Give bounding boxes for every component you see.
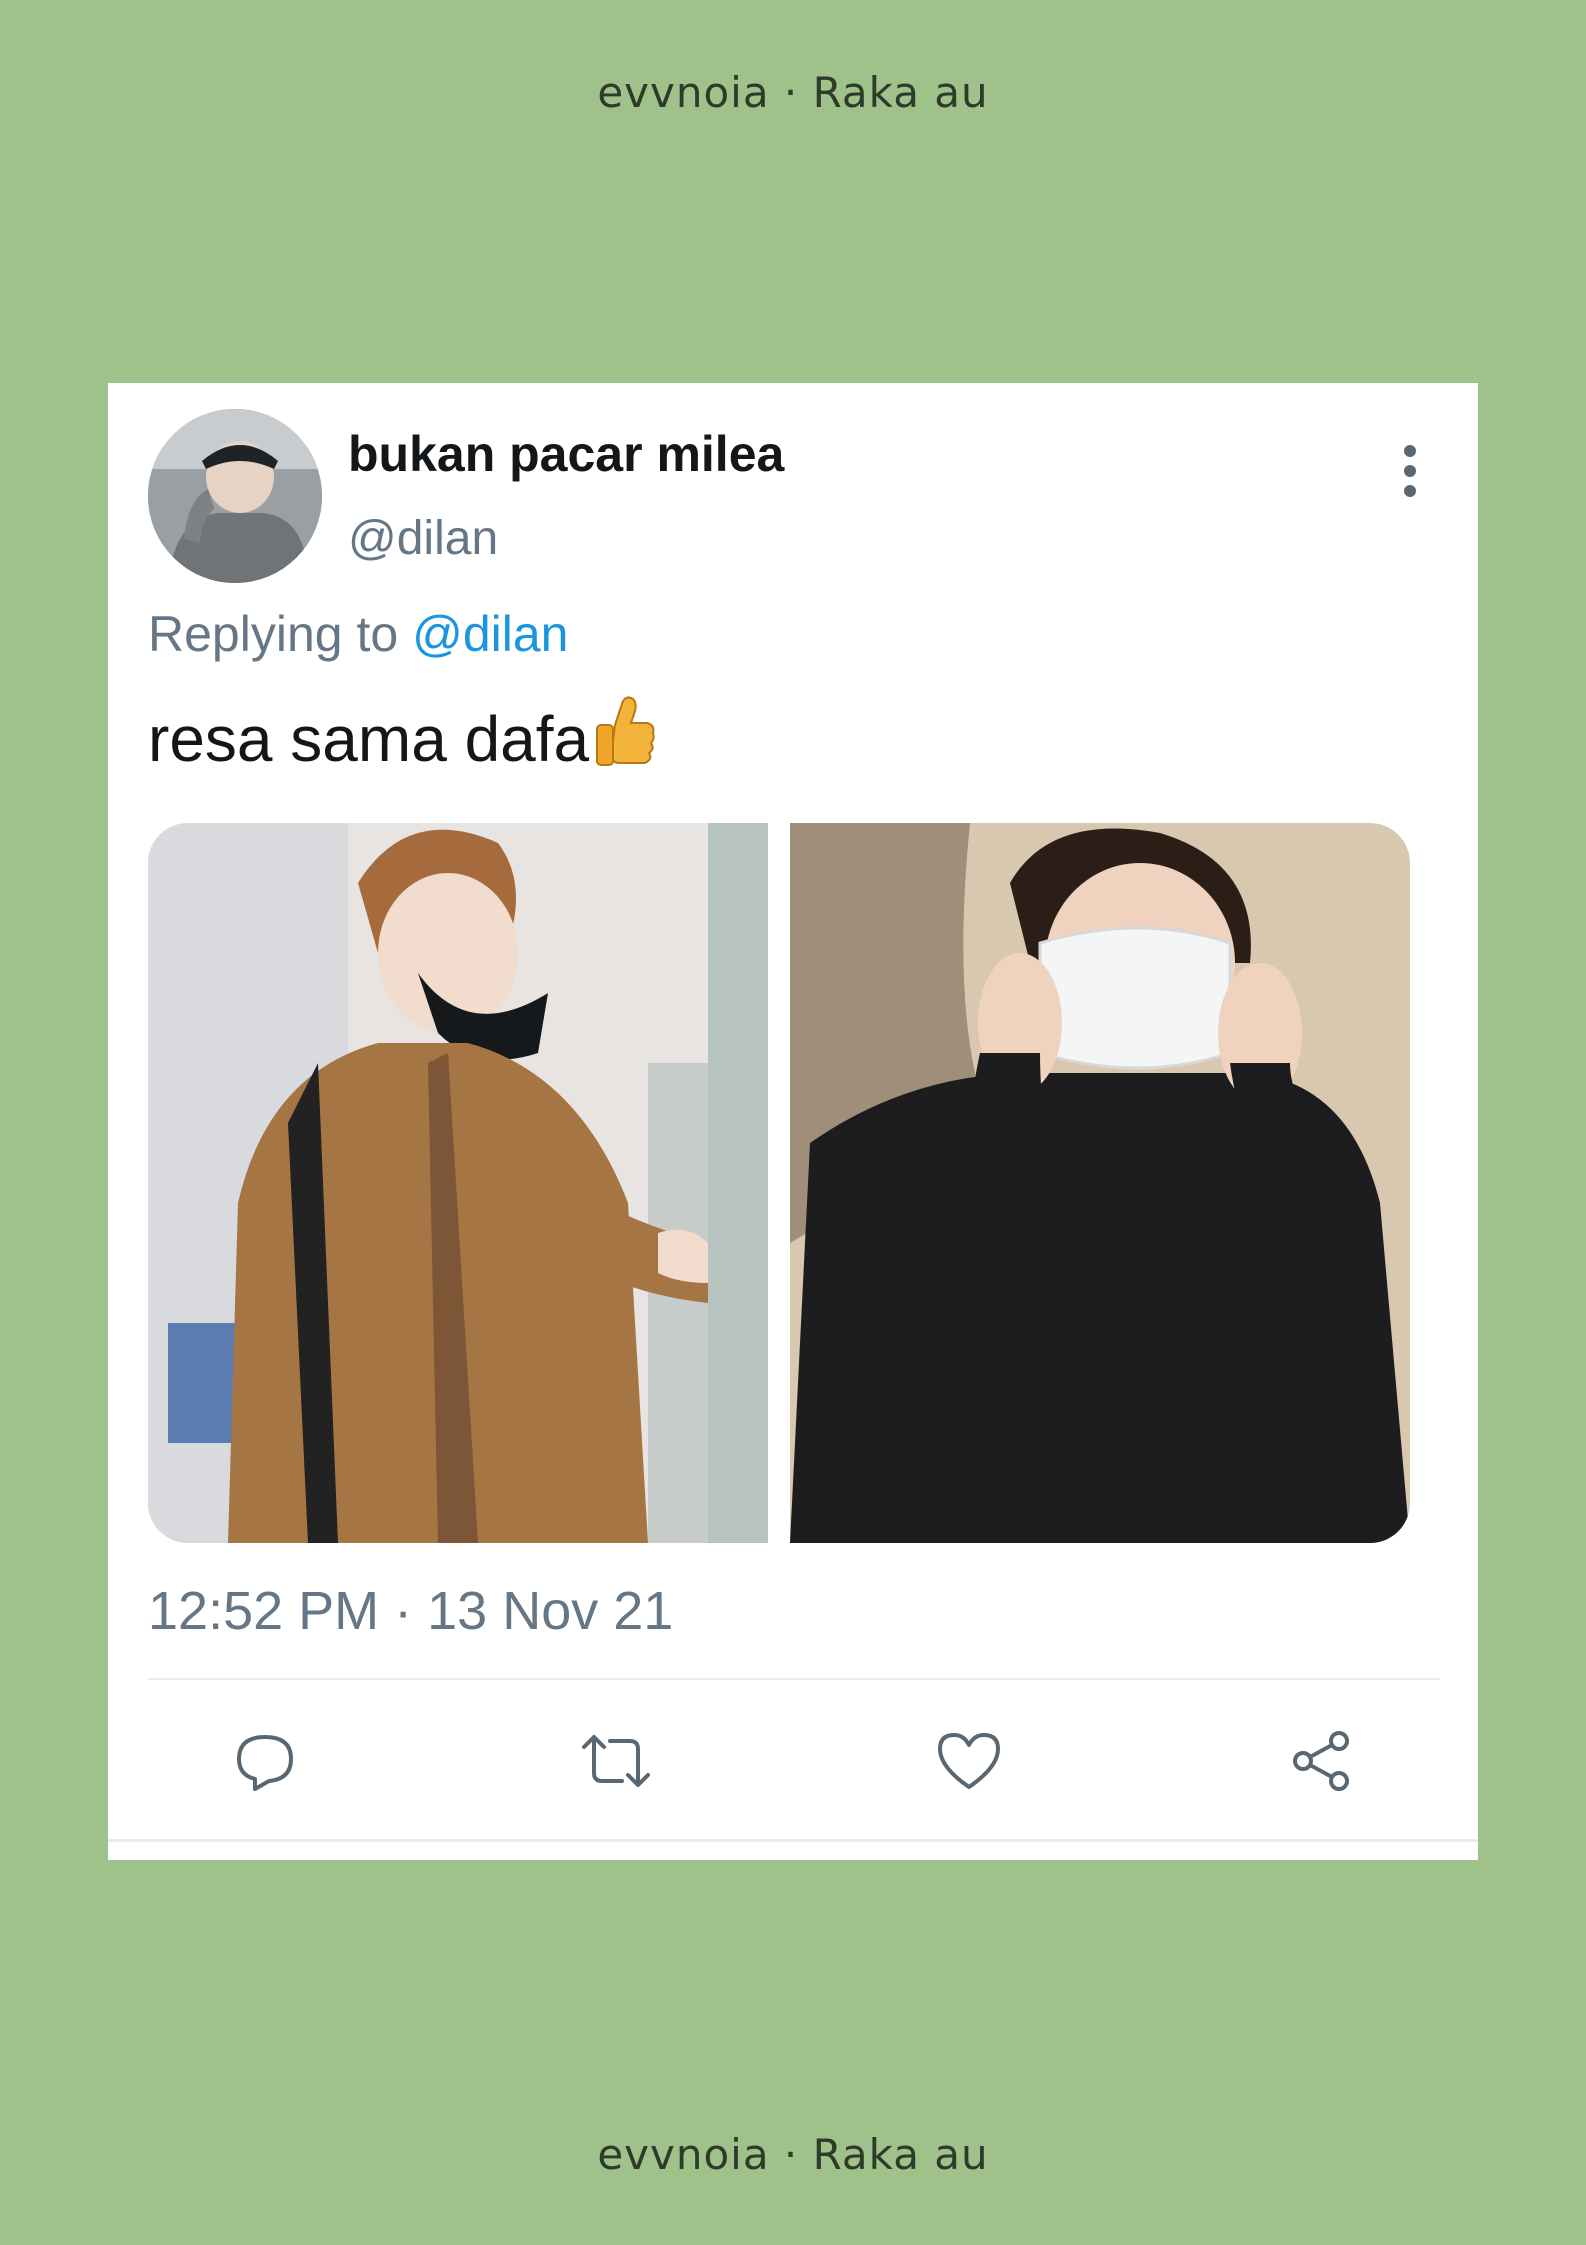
heart-icon <box>936 1731 1002 1796</box>
tweet-timestamp[interactable]: 12:52 PM · 13 Nov 21 <box>148 1580 673 1642</box>
photo-left[interactable] <box>148 823 768 1543</box>
reply-button[interactable] <box>225 1723 305 1803</box>
thumbs-up-icon <box>593 695 657 786</box>
tweet-actions <box>108 1723 1478 1813</box>
user-handle[interactable]: @dilan <box>348 511 498 566</box>
replying-to-line: Replying to @dilan <box>148 605 568 663</box>
replying-to-label: Replying to <box>148 606 399 662</box>
share-button[interactable] <box>1281 1723 1361 1803</box>
display-name[interactable]: bukan pacar milea <box>348 425 784 483</box>
retweet-button[interactable] <box>576 1723 656 1803</box>
reply-mention-link[interactable]: @dilan <box>412 606 568 662</box>
tweet-media[interactable] <box>148 823 1410 1543</box>
photo-right[interactable] <box>790 823 1410 1543</box>
watermark-top: evvnoia · Raka au <box>597 68 989 117</box>
watermark-bottom: evvnoia · Raka au <box>597 2130 989 2179</box>
retweet-icon <box>580 1729 652 1798</box>
tweet-body: resa sama dafa <box>148 703 590 775</box>
divider-bottom <box>108 1839 1478 1842</box>
divider <box>148 1678 1440 1680</box>
tweet-text: resa sama dafa <box>148 695 657 786</box>
like-button[interactable] <box>929 1723 1009 1803</box>
avatar[interactable] <box>148 409 322 583</box>
reply-icon <box>233 1729 297 1798</box>
more-options-icon[interactable] <box>1398 441 1422 501</box>
tweet-card[interactable]: bukan pacar milea @dilan Replying to @di… <box>108 383 1478 1860</box>
share-icon <box>1289 1729 1353 1798</box>
